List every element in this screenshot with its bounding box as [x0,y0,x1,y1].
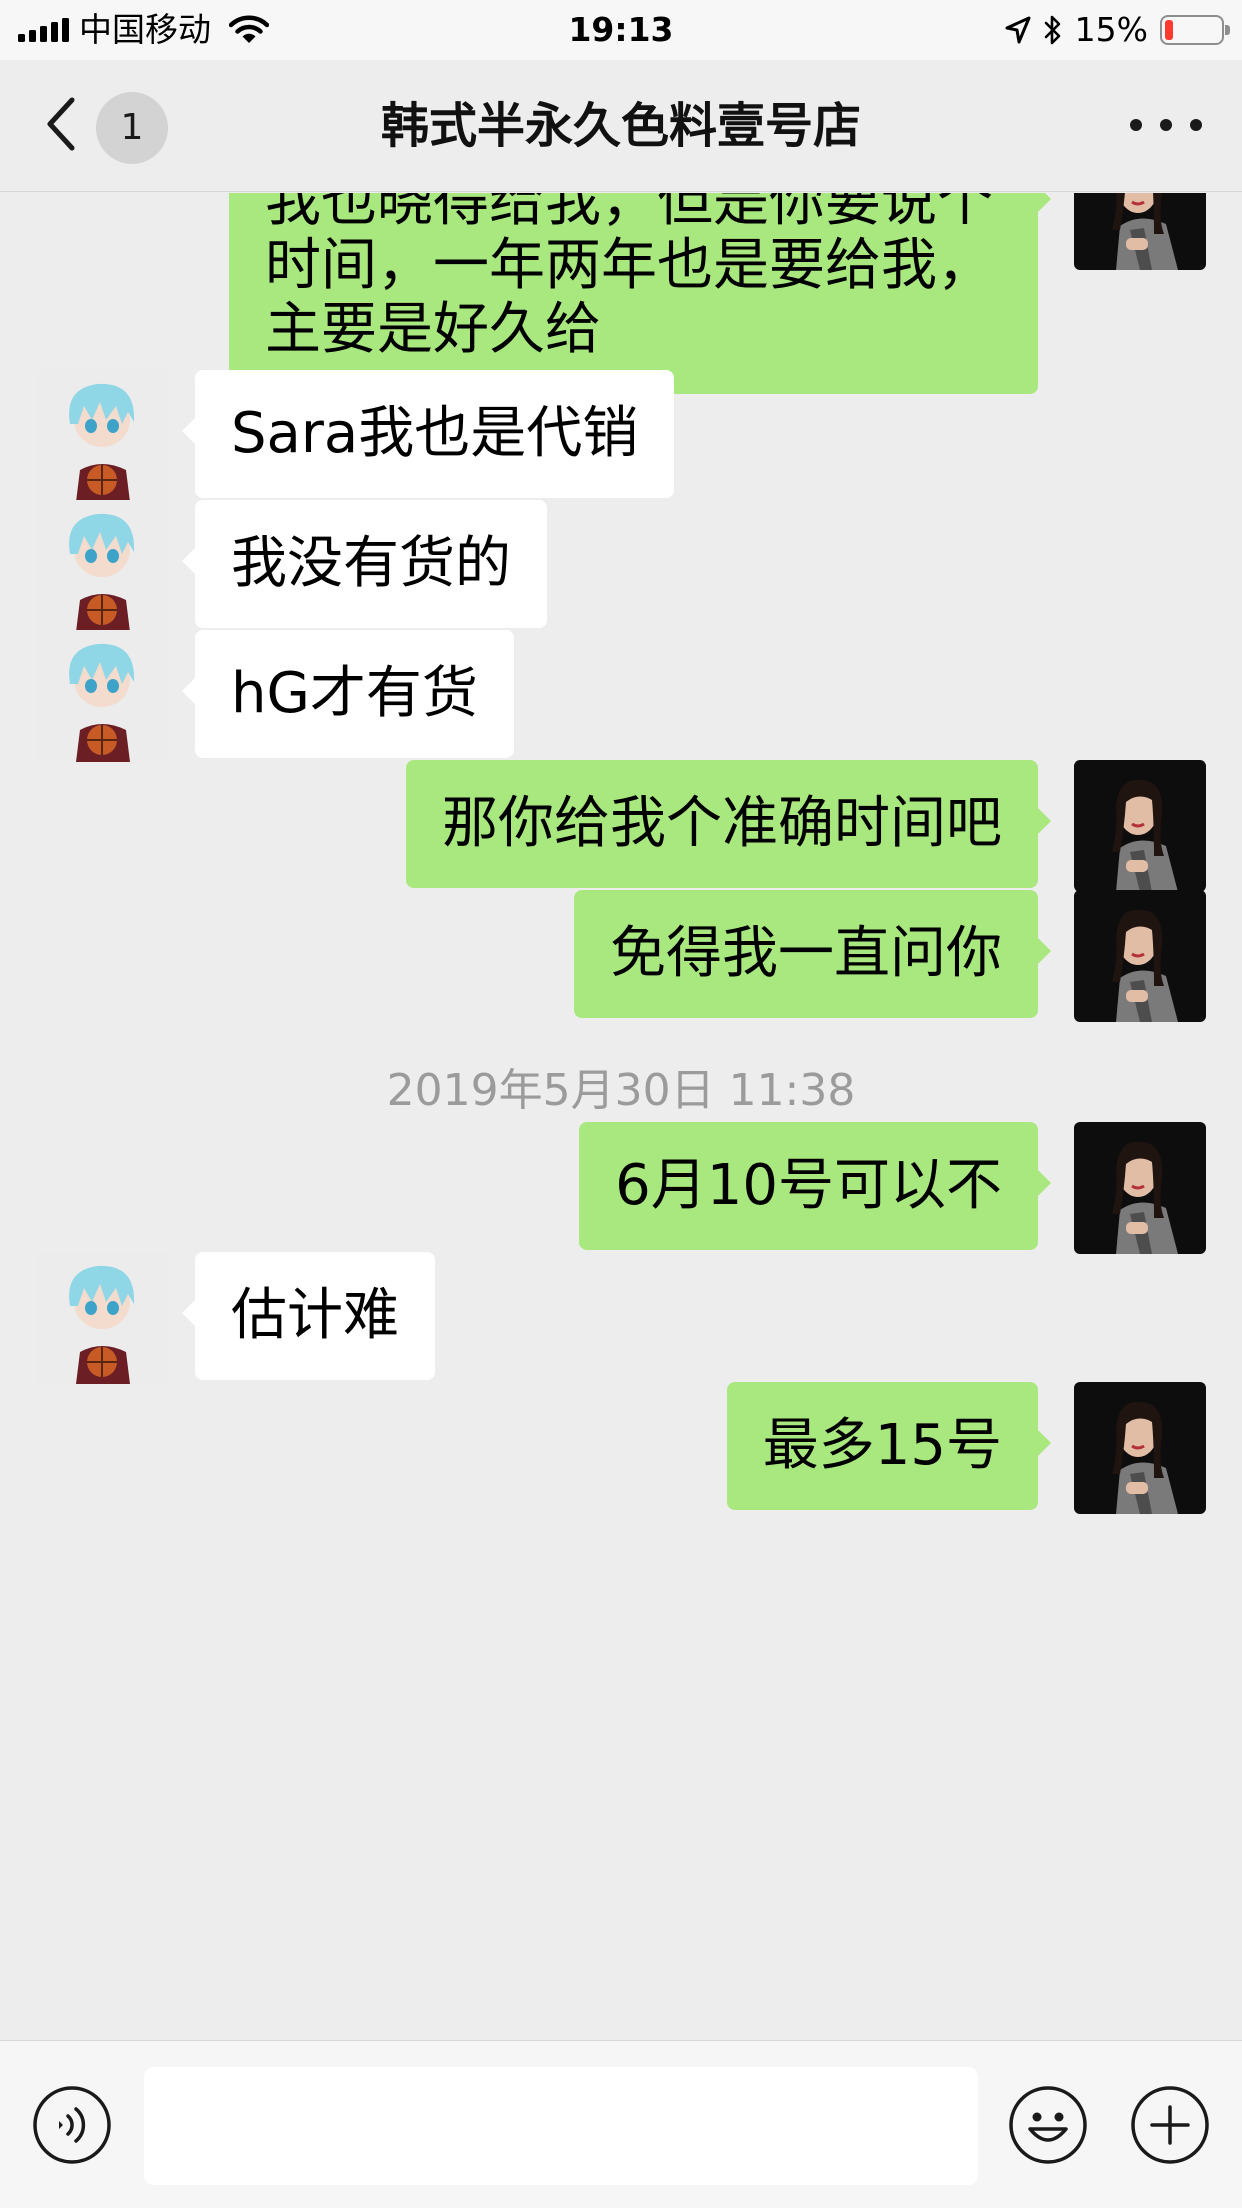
plus-icon[interactable] [1130,2085,1210,2165]
status-bar: 中国移动 19:13 15% [0,0,1242,60]
outgoing-message-bubble[interactable]: 我也晓得给我，但是你要说个时间，一年两年也是要给我，主要是好久给 [229,193,1051,394]
chevron-left-icon[interactable] [40,94,90,154]
battery-percent: 15% [1074,10,1148,49]
location-arrow-icon [1005,16,1031,44]
contact-avatar[interactable] [36,1252,168,1384]
battery-icon [1160,15,1230,45]
outgoing-message-bubble[interactable]: 那你给我个准确时间吧 [406,760,1051,888]
my-avatar[interactable] [1074,1382,1206,1514]
chat-title: 韩式半永久色料壹号店 [380,98,861,154]
battery-fill [1165,20,1173,40]
incoming-message-bubble[interactable]: 估计难 [182,1252,435,1380]
my-avatar[interactable] [1074,760,1206,892]
incoming-message-bubble[interactable]: hG才有货 [182,630,514,758]
message-input[interactable] [144,2067,978,2185]
more-dots-icon[interactable] [1130,110,1202,140]
chat-message-list[interactable]: 我也晓得给我，但是你要说个时间，一年两年也是要给我，主要是好久给 Sara我也是代… [0,193,1242,2040]
input-bar [0,2040,1242,2208]
status-right: 15% [1005,10,1230,50]
voice-icon[interactable] [32,2085,112,2165]
my-avatar[interactable] [1074,1122,1206,1254]
contact-avatar[interactable] [36,630,168,762]
outgoing-message-bubble[interactable]: 6月10号可以不 [579,1122,1051,1250]
outgoing-message-bubble[interactable]: 免得我一直问你 [574,890,1051,1018]
incoming-message-bubble[interactable]: Sara我也是代销 [181,370,675,498]
nav-bar: 1 韩式半永久色料壹号店 [0,60,1242,192]
unread-count-badge[interactable]: 1 [96,92,168,164]
my-avatar[interactable] [1074,890,1206,1022]
my-avatar[interactable] [1074,193,1206,270]
contact-avatar[interactable] [36,370,168,502]
incoming-message-bubble[interactable]: 我没有货的 [182,500,547,628]
outgoing-message-bubble[interactable]: 最多15号 [726,1382,1052,1510]
emoji-icon[interactable] [1008,2085,1088,2165]
bluetooth-icon [1044,15,1060,45]
timestamp: 2019年5月30日 11:38 [386,1065,856,1116]
contact-avatar[interactable] [36,500,168,632]
